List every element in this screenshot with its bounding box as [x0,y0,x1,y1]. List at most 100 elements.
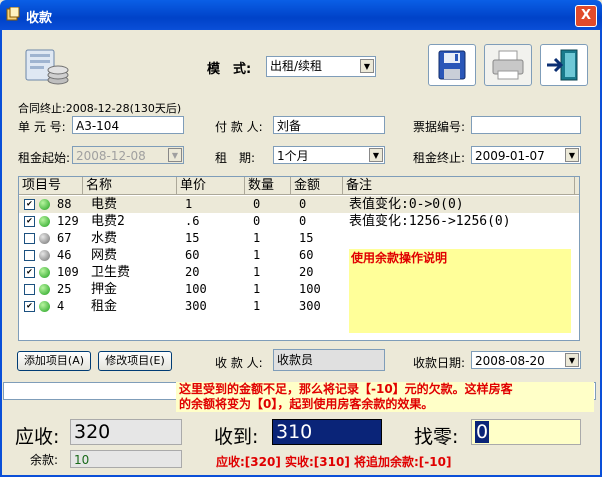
cell-name: 网费 [91,248,118,263]
status-grey-icon [39,233,50,244]
column-header-qty[interactable]: 数量 [245,177,291,195]
column-header-price[interactable]: 单价 [177,177,245,195]
title-bar[interactable] [0,0,602,30]
close-button[interactable]: X [575,5,597,27]
collector-label: 收 款 人: [215,356,263,370]
cell-id: 109 [57,265,79,279]
exit-door-icon [547,49,578,81]
cell-price: 100 [185,282,207,296]
due-field: 320 [70,419,182,445]
save-button[interactable] [428,44,476,86]
ticket-field[interactable] [471,116,581,134]
mode-value: 出租/续租 [270,59,323,73]
collect-date-picker[interactable]: 2008-08-20 ▼ [471,351,581,369]
cell-id: 88 [57,197,72,211]
cell-qty: 0 [253,214,261,228]
table-row[interactable]: ✔ 129 电费2 .6 0 0 表值变化:1256->1256(0) [19,213,579,230]
table-row[interactable]: 67 水费 15 1 15 [19,230,579,247]
rent-end-value: 2009-01-07 [475,149,545,163]
cell-id: 4 [57,299,65,313]
status-green-icon [39,216,50,227]
collector-field: 收款员 [273,349,385,371]
cell-price: 60 [185,248,200,262]
unit-label: 单 元 号: [18,120,66,134]
balance-field: 10 [70,450,182,468]
add-item-button[interactable]: 添加项目(A) [17,351,91,371]
cell-price: .6 [185,214,200,228]
cell-amount: 60 [299,248,314,262]
cell-qty: 1 [253,299,261,313]
received-field[interactable]: 310 [272,419,382,445]
ticket-label: 票据编号: [413,120,466,134]
cell-qty: 1 [253,231,261,245]
payment-result-text: 应收:[320] 实收:[310] 将追加余款:[-10] [216,455,452,469]
cell-amount: 0 [299,197,307,211]
exit-button[interactable] [540,44,588,86]
cell-price: 15 [185,231,200,245]
row-checkbox[interactable]: ✔ [24,199,35,210]
payer-label: 付 款 人: [215,120,263,134]
cell-note: 表值变化:0->0(0) [349,197,464,212]
cell-amount: 100 [299,282,321,296]
column-header-name[interactable]: 名称 [83,177,177,195]
status-green-icon [39,199,50,210]
cell-qty: 1 [253,248,261,262]
rent-start-field: 2008-12-08 ▼ [72,146,184,164]
chevron-down-icon[interactable]: ▼ [565,148,579,162]
column-header-filler [575,177,579,195]
row-checkbox[interactable] [24,250,35,261]
chevron-down-icon[interactable]: ▼ [369,148,383,162]
hint-box: 这里受到的金额不足，那么将记录【-10】元的欠款。这样房客 的余额将变为【0】，… [176,382,594,412]
balance-help-title[interactable]: 使用余款操作说明 [351,249,447,266]
mode-select[interactable]: 出租/续租 ▼ [266,56,376,77]
received-label: 收到: [214,426,259,448]
status-green-icon [39,284,50,295]
change-label: 找零: [414,426,459,448]
row-checkbox[interactable]: ✔ [24,267,35,278]
unit-field[interactable]: A3-104 [72,116,184,134]
row-checkbox[interactable] [24,284,35,295]
status-green-icon [39,267,50,278]
rent-start-label: 租金起始: [18,151,71,165]
cell-name: 电费 [91,197,118,212]
term-value: 1个月 [277,149,309,163]
cell-id: 25 [57,282,72,296]
status-grey-icon [39,250,50,261]
row-checkbox[interactable] [24,233,35,244]
rent-end-date-picker[interactable]: 2009-01-07 ▼ [471,146,581,164]
mode-label: 模 式: [207,62,252,77]
row-checkbox[interactable]: ✔ [24,216,35,227]
cell-id: 67 [57,231,72,245]
cell-price: 300 [185,299,207,313]
collect-date-label: 收款日期: [413,356,466,370]
change-field[interactable]: 0 [471,419,581,445]
rent-start-value: 2008-12-08 [76,149,146,163]
table-row[interactable]: ✔ 88 电费 1 0 0 表值变化:0->0(0) [19,196,579,213]
app-icon [6,7,20,21]
payer-field[interactable]: 刘备 [273,116,385,134]
rent-end-label: 租金终止: [413,151,466,165]
column-header-amount[interactable]: 金额 [291,177,343,195]
contract-end-note: 合同终止:2008-12-28(130天后) [18,102,182,115]
cell-qty: 0 [253,197,261,211]
cell-name: 水费 [91,231,118,246]
change-value: 0 [475,421,490,443]
print-button[interactable] [484,44,532,86]
cash-register-icon [25,49,69,85]
chevron-down-icon[interactable]: ▼ [360,59,374,73]
cell-id: 46 [57,248,72,262]
column-header-note[interactable]: 备注 [343,177,575,195]
due-label: 应收: [15,426,60,448]
term-select[interactable]: 1个月 ▼ [273,146,385,164]
window-title: 收款 [26,11,53,26]
cell-note: 表值变化:1256->1256(0) [349,214,511,229]
edit-item-button[interactable]: 修改项目(E) [98,351,172,371]
cell-id: 129 [57,214,79,228]
row-checkbox[interactable]: ✔ [24,301,35,312]
chevron-down-icon[interactable]: ▼ [565,353,579,367]
cell-name: 租金 [91,299,118,314]
floppy-disk-icon [438,50,466,80]
cell-price: 20 [185,265,200,279]
cell-name: 卫生费 [91,265,131,280]
column-header-id[interactable]: 项目号 [19,177,83,195]
